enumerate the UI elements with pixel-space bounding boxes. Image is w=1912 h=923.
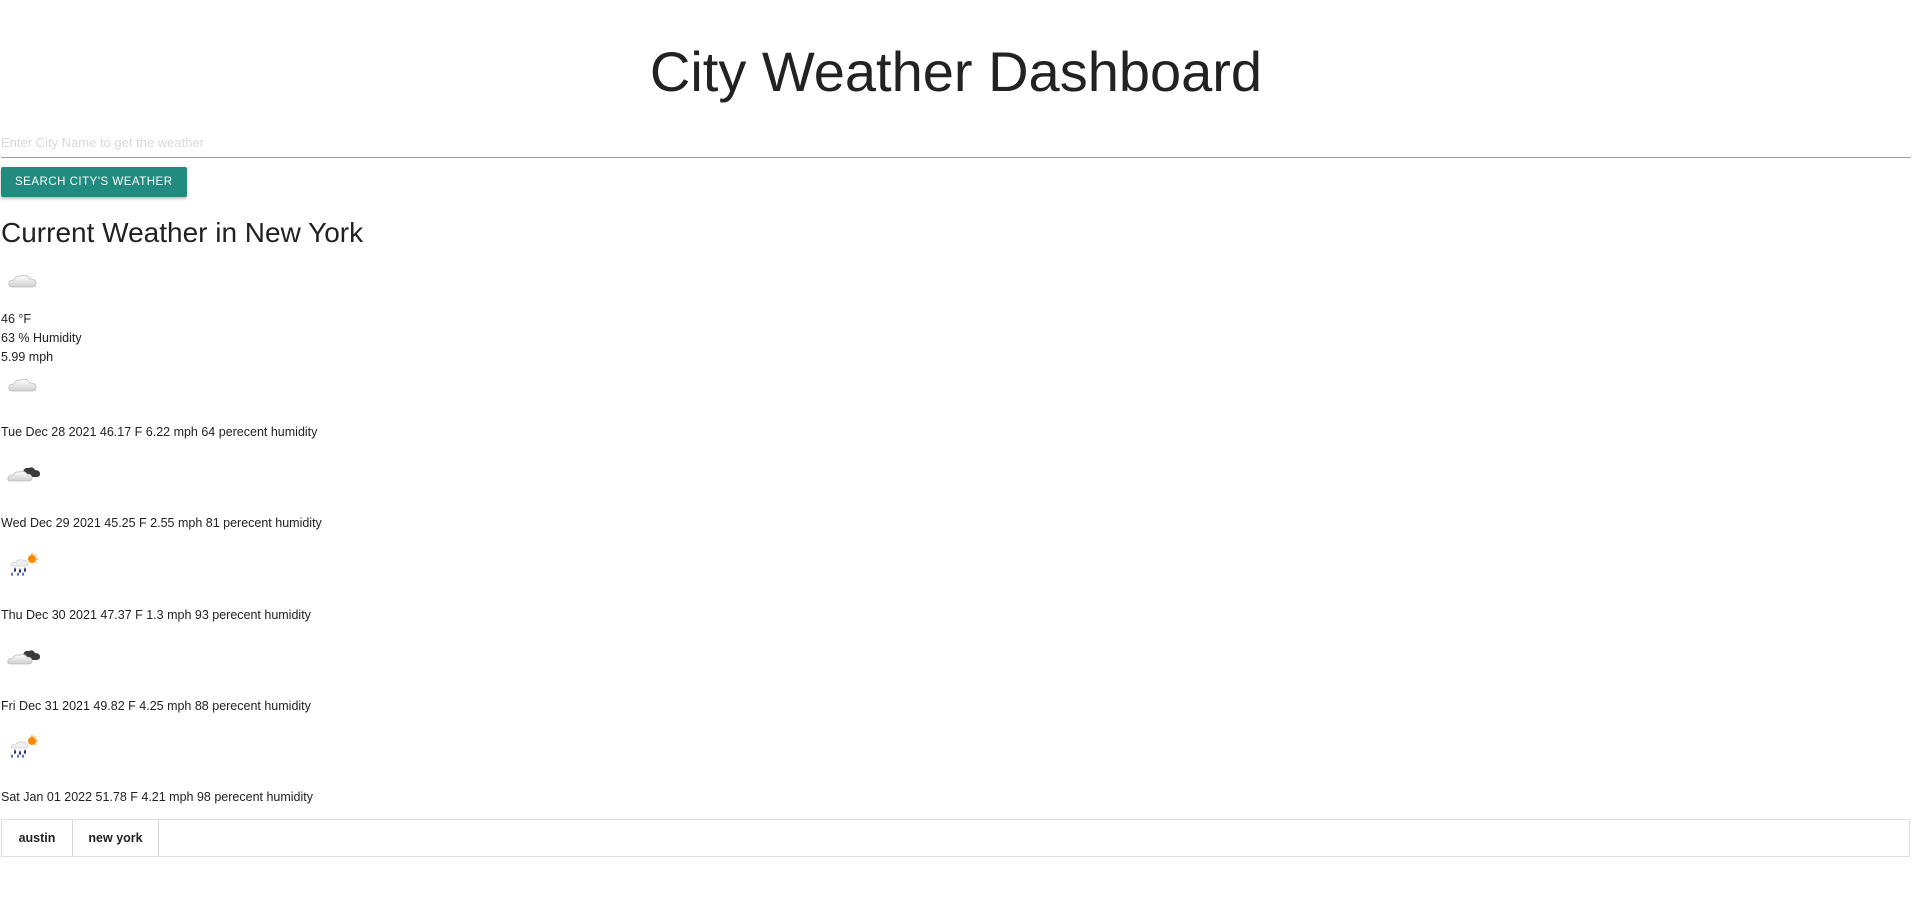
city-search-input[interactable] [1,128,1911,158]
forecast-day-text: Fri Dec 31 2021 49.82 F 4.25 mph 88 pere… [1,699,311,713]
history-item-austin[interactable]: austin [2,820,73,856]
forecast-day-text: Thu Dec 30 2021 47.37 F 1.3 mph 93 perec… [1,608,311,622]
search-city-weather-button[interactable]: SEARCH CITY'S WEATHER [1,167,187,197]
forecast-day-text: Tue Dec 28 2021 46.17 F 6.22 mph 64 pere… [1,425,318,439]
weather-dashboard-page: City Weather Dashboard SEARCH CITY'S WEA… [0,0,1912,923]
forecast-day-text: Sat Jan 01 2022 51.78 F 4.21 mph 98 pere… [1,790,314,804]
forecast-day-text: Wed Dec 29 2021 45.25 F 2.55 mph 81 pere… [1,516,322,530]
broken-clouds-icon [5,643,41,669]
page-title: City Weather Dashboard [649,40,1263,103]
current-humidity: 63 % Humidity [1,331,82,345]
rain-sun-icon [5,552,41,578]
search-history-list: austin new york [1,819,1910,857]
broken-clouds-icon [5,460,41,486]
rain-sun-icon [5,734,41,760]
current-weather-heading: Current Weather in New York [1,217,364,248]
current-wind-speed: 5.99 mph [1,350,54,364]
cloud-icon [5,266,41,292]
cloud-icon [5,370,41,396]
history-item-new-york[interactable]: new york [73,820,159,856]
current-temperature: 46 °F [1,312,32,326]
